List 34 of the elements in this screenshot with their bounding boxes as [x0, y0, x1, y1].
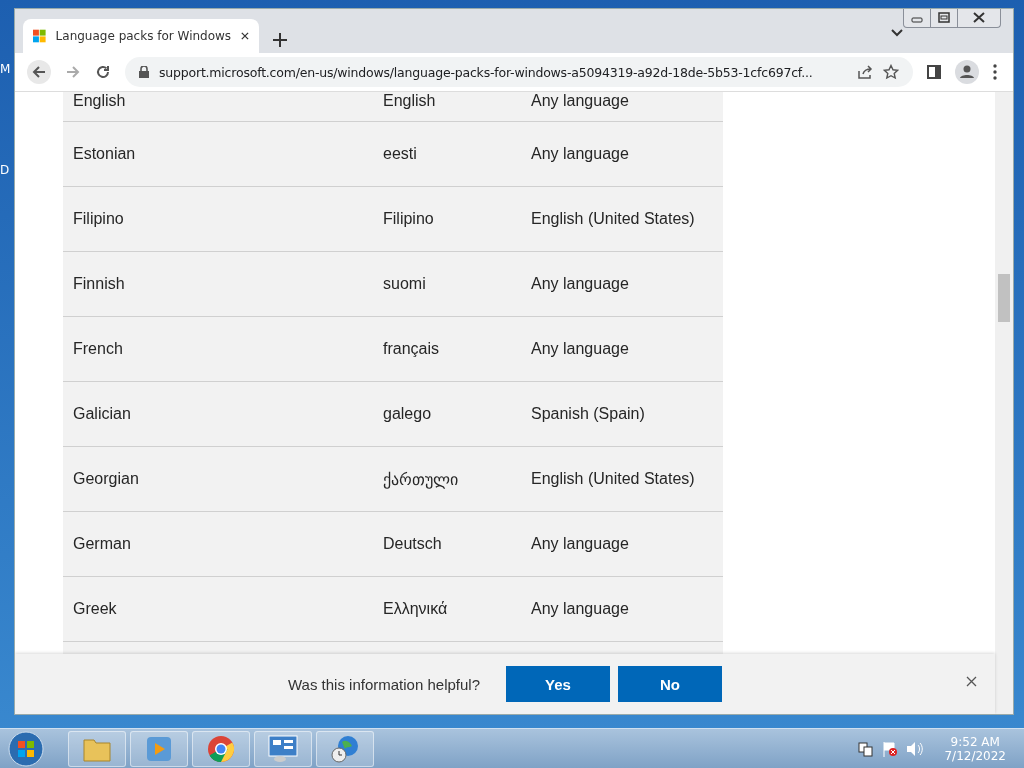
table-cell-text: Any language	[531, 535, 630, 553]
table-cell-text: English (United States)	[531, 210, 696, 228]
table-cell-text: Any language	[531, 275, 630, 293]
feedback-question: Was this information helpful?	[287, 675, 480, 693]
table-cell-text: Any language	[531, 145, 630, 163]
table-cell-text: Filipino	[383, 210, 435, 228]
table-cell-text: Finnish	[73, 275, 126, 293]
table-cell-text: français	[383, 340, 441, 358]
table-cell-text: Any language	[531, 340, 630, 358]
table-cell-text: suomi	[383, 275, 427, 293]
table-cell-text: ქართული	[383, 469, 459, 489]
table-cell-text: Any language	[531, 92, 630, 110]
table-cell-text: English	[73, 92, 127, 110]
table-cell-text: Any language	[531, 600, 630, 618]
browser-tab[interactable]: Language packs for Windows	[23, 19, 259, 53]
feedback-button[interactable]: No	[618, 666, 722, 702]
table-cell-text: French	[73, 340, 124, 358]
table-cell-text: Galician	[73, 405, 132, 423]
table-cell-text: Greek	[73, 600, 118, 618]
feedback-button[interactable]: Yes	[506, 666, 610, 702]
desktop-icon-label: M	[0, 62, 11, 76]
table-cell-text: eesti	[383, 145, 418, 163]
table-cell-text: English	[383, 92, 437, 110]
table-cell-text: galego	[383, 405, 433, 423]
table-cell-text: Ελληνικά	[383, 600, 449, 618]
table-cell-text: German	[73, 535, 132, 553]
address-bar[interactable]: support.microsoft.com/en-us/windows/language-packs-for-windows-a5094319-a92d-18de-5b53-1cfc697cf...	[125, 57, 913, 87]
table-cell-text: Estonian	[73, 145, 137, 163]
desktop-icon-label: D	[0, 163, 10, 177]
table-cell-text: English (United States)	[531, 470, 696, 488]
table-cell-text: Georgian	[73, 470, 140, 488]
table-cell-text: Deutsch	[383, 535, 443, 553]
table-cell-text: Spanish (Spain)	[531, 405, 646, 423]
table-cell-text: Filipino	[73, 210, 125, 228]
